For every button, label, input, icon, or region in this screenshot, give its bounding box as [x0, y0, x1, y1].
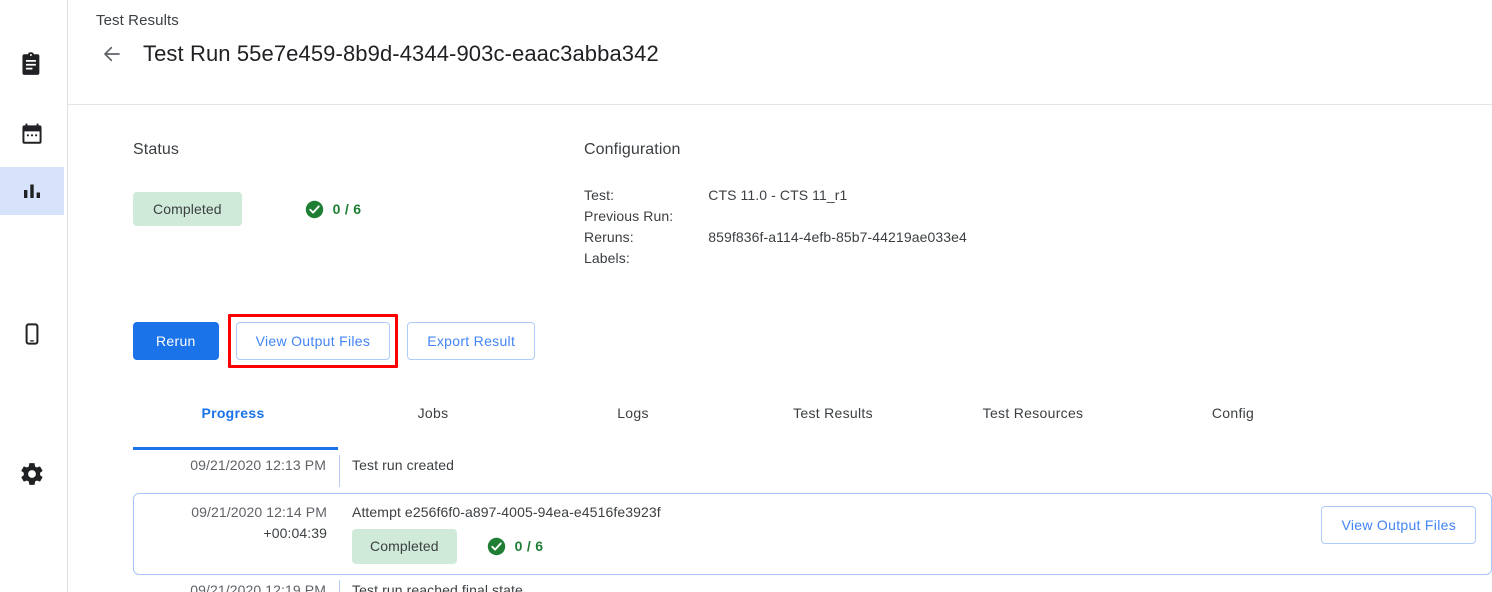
status-count-group: 0 / 6 — [305, 200, 362, 219]
arrow-left-icon — [100, 42, 124, 66]
bar-chart-icon — [20, 179, 44, 203]
calendar-icon — [19, 121, 45, 147]
progress-timestamp-group: 09/21/2020 12:14 PM +00:04:39 — [134, 502, 340, 544]
progress-attempt-title: Attempt e256f6f0-a897-4005-94ea-e4516fe3… — [352, 502, 1491, 523]
config-row-previous-run: Previous Run: — [584, 207, 967, 228]
attempt-status-badge: Completed — [352, 529, 457, 564]
progress-text: Test run created — [339, 455, 1492, 487]
config-key: Reruns: — [584, 228, 708, 249]
app-root: Test Results Test Run 55e7e459-8b9d-4344… — [0, 0, 1492, 592]
sidebar — [0, 0, 68, 592]
tab-bar: Progress Jobs Logs Test Results Test Res… — [133, 393, 1492, 438]
rerun-button[interactable]: Rerun — [133, 322, 219, 360]
progress-timestamp: 09/21/2020 12:13 PM — [133, 455, 339, 476]
gear-icon — [19, 461, 45, 487]
progress-timestamp: 09/21/2020 12:14 PM — [191, 504, 327, 520]
configuration-heading: Configuration — [584, 141, 967, 159]
sidebar-item-test-results[interactable] — [0, 167, 64, 215]
config-value — [708, 249, 967, 270]
sidebar-item-test-suites[interactable] — [0, 40, 64, 88]
config-key: Labels: — [584, 249, 708, 270]
page-title: Test Run 55e7e459-8b9d-4344-903c-eaac3ab… — [143, 41, 659, 67]
progress-timestamp: 09/21/2020 12:19 PM — [133, 580, 339, 592]
view-output-files-button[interactable]: View Output Files — [236, 322, 391, 360]
action-button-bar: Rerun View Output Files Export Result — [133, 314, 535, 368]
back-button[interactable] — [96, 38, 128, 70]
progress-text: Test run reached final state — [339, 580, 1492, 592]
tab-logs[interactable]: Logs — [533, 393, 733, 438]
tab-config[interactable]: Config — [1133, 393, 1333, 438]
configuration-section: Configuration Test: CTS 11.0 - CTS 11_r1… — [584, 141, 967, 270]
sidebar-item-devices[interactable] — [0, 310, 64, 358]
status-section: Status Completed 0 / 6 — [133, 141, 361, 226]
check-circle-icon — [487, 537, 506, 556]
config-key: Test: — [584, 186, 708, 207]
attempt-count-group: 0 / 6 — [487, 536, 544, 557]
config-value — [708, 207, 967, 228]
attempt-count: 0 / 6 — [515, 536, 544, 557]
progress-attempt-body: Attempt e256f6f0-a897-4005-94ea-e4516fe3… — [340, 502, 1491, 564]
export-result-button[interactable]: Export Result — [407, 322, 535, 360]
breadcrumb: Test Results — [96, 12, 179, 29]
page-header: Test Results Test Run 55e7e459-8b9d-4344… — [68, 0, 1492, 105]
status-badge: Completed — [133, 192, 242, 226]
progress-duration: +00:04:39 — [134, 523, 327, 544]
title-row: Test Run 55e7e459-8b9d-4344-903c-eaac3ab… — [96, 38, 659, 70]
check-circle-icon — [305, 200, 324, 219]
status-row: Completed 0 / 6 — [133, 192, 361, 226]
status-count: 0 / 6 — [333, 201, 362, 217]
config-row-labels: Labels: — [584, 249, 967, 270]
progress-attempt-status: Completed 0 / 6 — [352, 529, 1491, 564]
config-value-rerun-link[interactable]: 859f836f-a114-4efb-85b7-44219ae033e4 — [708, 228, 967, 249]
configuration-table: Test: CTS 11.0 - CTS 11_r1 Previous Run:… — [584, 186, 967, 270]
progress-row-attempt[interactable]: 09/21/2020 12:14 PM +00:04:39 Attempt e2… — [133, 493, 1492, 575]
status-heading: Status — [133, 141, 361, 159]
sidebar-item-test-plans[interactable] — [0, 110, 64, 158]
sidebar-item-settings[interactable] — [0, 450, 64, 498]
progress-list: 09/21/2020 12:13 PM Test run created 09/… — [133, 450, 1492, 592]
config-value: CTS 11.0 - CTS 11_r1 — [708, 186, 967, 207]
device-icon — [20, 322, 44, 346]
row-action-area: View Output Files — [1321, 506, 1476, 544]
progress-row[interactable]: 09/21/2020 12:13 PM Test run created — [133, 450, 1492, 493]
attempt-view-output-files-button[interactable]: View Output Files — [1321, 506, 1476, 544]
progress-row[interactable]: 09/21/2020 12:19 PM Test run reached fin… — [133, 575, 1492, 592]
tab-test-results[interactable]: Test Results — [733, 393, 933, 438]
tab-progress[interactable]: Progress — [133, 393, 333, 438]
clipboard-icon — [19, 51, 45, 77]
main-panel: Test Results Test Run 55e7e459-8b9d-4344… — [68, 0, 1492, 592]
config-key: Previous Run: — [584, 207, 708, 228]
tab-test-resources[interactable]: Test Resources — [933, 393, 1133, 438]
config-row-reruns: Reruns: 859f836f-a114-4efb-85b7-44219ae0… — [584, 228, 967, 249]
highlight-box: View Output Files — [228, 314, 399, 368]
config-row-test: Test: CTS 11.0 - CTS 11_r1 — [584, 186, 967, 207]
tab-jobs[interactable]: Jobs — [333, 393, 533, 438]
